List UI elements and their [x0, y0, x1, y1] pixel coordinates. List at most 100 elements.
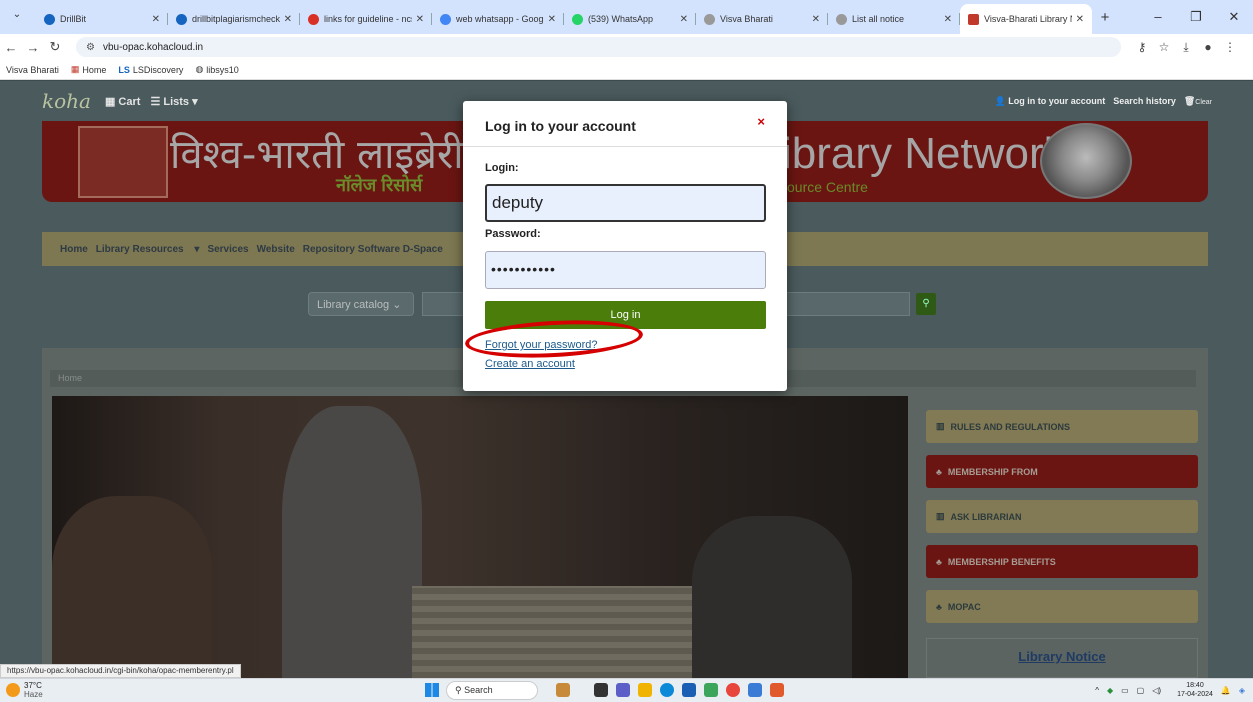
status-bar-url: https://vbu-opac.kohacloud.in/cgi-bin/ko… [0, 664, 241, 678]
tab-favicon-icon [440, 13, 451, 25]
password-input[interactable]: ••••••••••• [485, 251, 766, 289]
create-account-link[interactable]: Create an account [485, 358, 575, 370]
nav-home[interactable]: Home [60, 244, 88, 255]
browser-tab[interactable]: links for guideline - ncsal✕ [300, 4, 432, 34]
weather-widget[interactable]: 37°C Haze [6, 681, 43, 699]
taskbar-app-icon[interactable] [770, 683, 784, 697]
login-input[interactable]: deputy [485, 184, 766, 222]
keyboard-icon[interactable]: ▭ [1121, 686, 1129, 695]
cart-link[interactable]: ▦ Cart [105, 95, 140, 108]
tagore-portrait [1040, 123, 1132, 199]
browser-tab[interactable]: DrillBit ✕ [36, 4, 168, 34]
network-icon[interactable]: ▢ [1137, 686, 1145, 695]
tray-app-icon[interactable]: ◆ [1107, 686, 1113, 695]
tab-close-icon[interactable]: ✕ [416, 14, 424, 25]
reload-icon[interactable]: ↻ [44, 39, 66, 55]
banner-english-title: ibrary Network [782, 129, 1066, 178]
search-icon: ⚲ [922, 298, 930, 309]
back-icon[interactable]: ← [0, 40, 22, 55]
search-history-link[interactable]: Search history [1113, 96, 1176, 107]
taskbar-app-icon[interactable] [748, 683, 762, 697]
close-window-icon[interactable]: ✕ [1215, 0, 1253, 34]
browser-tab[interactable]: Visva Bharati ✕ [696, 4, 828, 34]
library-notice-heading[interactable]: Library Notice [926, 638, 1198, 678]
password-label: Password: [485, 228, 541, 240]
restore-icon[interactable]: ❐ [1177, 0, 1215, 34]
windows-taskbar: 37°C Haze ⚲ Search ^ ◆ ▭ ▢ ◁) 18:40 17-04-… [0, 678, 1253, 702]
bookmark-star-icon[interactable]: ☆ [1153, 40, 1175, 55]
tab-close-icon[interactable]: ✕ [152, 14, 160, 25]
volume-icon[interactable]: ◁) [1152, 686, 1161, 695]
browser-tab-active[interactable]: Visva-Bharati Library Net✕ [960, 4, 1092, 34]
users-icon: ♣ [936, 466, 942, 477]
nav-website[interactable]: Website [257, 244, 295, 255]
profile-avatar-icon[interactable]: ● [1197, 40, 1219, 55]
window-controls: – ❐ ✕ [1139, 0, 1253, 34]
download-icon[interactable]: ⤓ [1175, 40, 1197, 55]
browser-tab[interactable]: List all notice ✕ [828, 4, 960, 34]
search-type-select[interactable]: Library catalog ⌄ [308, 292, 414, 316]
tab-close-icon[interactable]: ✕ [680, 14, 688, 25]
bookmark-item[interactable]: ▦ Home [71, 64, 107, 75]
chrome-icon[interactable] [726, 683, 740, 697]
mopac-button[interactable]: ♣ MOPAC [926, 590, 1198, 623]
login-link[interactable]: 👤 Log in to your account [995, 96, 1106, 107]
tray-chevron-icon[interactable]: ^ [1095, 686, 1099, 695]
password-key-icon[interactable]: ⚷ [1131, 40, 1153, 55]
file-explorer-icon[interactable] [638, 683, 652, 697]
banner-hindi-title: विश्व-भारती लाइब्रेरी ने [170, 132, 499, 178]
bank-icon: ▥ [936, 511, 945, 521]
taskbar-search[interactable]: ⚲ Search [446, 681, 538, 700]
taskbar-app-icon[interactable] [704, 683, 718, 697]
user-icon: 👤 [994, 95, 1009, 106]
edge-icon[interactable] [660, 683, 674, 697]
tab-favicon-icon [44, 13, 55, 25]
forward-icon[interactable]: → [22, 40, 44, 55]
tab-close-icon[interactable]: ✕ [812, 14, 820, 25]
banner-hindi-subtitle: नॉलेज रिसोर्स [336, 175, 423, 195]
membership-form-button[interactable]: ♣ MEMBERSHIP FROM [926, 455, 1198, 488]
clear-link[interactable]: 🗑Clear [1184, 96, 1212, 107]
nav-library-resources[interactable]: Library Resources ▾ [96, 244, 200, 255]
login-label: Login: [485, 162, 519, 174]
tab-close-icon[interactable]: ✕ [284, 14, 292, 25]
tab-close-icon[interactable]: ✕ [1076, 14, 1084, 25]
nav-services[interactable]: Services [207, 244, 248, 255]
bookmark-item[interactable]: LS LSDiscovery [118, 65, 183, 75]
search-button[interactable]: ⚲ [916, 293, 936, 315]
cart-icon: ▦ [104, 95, 119, 108]
store-icon[interactable] [682, 683, 696, 697]
rules-regulations-button[interactable]: ▥ RULES AND REGULATIONS [926, 410, 1198, 443]
new-tab-button[interactable]: + [1092, 4, 1118, 34]
users-icon: ♣ [936, 556, 942, 567]
tab-close-icon[interactable]: ✕ [548, 14, 556, 25]
photo-person [52, 496, 212, 678]
copilot-icon[interactable]: ◈ [1239, 686, 1245, 695]
address-bar[interactable]: ⚙ vbu-opac.kohacloud.in [76, 37, 1121, 57]
tab-search-menu-icon[interactable]: ⌄ [8, 9, 26, 25]
quick-links: ▥ RULES AND REGULATIONS ♣ MEMBERSHIP FROM … [926, 410, 1198, 635]
browser-tab[interactable]: drillbitplagiarismcheck.co✕ [168, 4, 300, 34]
system-tray: ^ ◆ ▭ ▢ ◁) 18:40 17-04-2024 🔔 ◈ [1087, 681, 1245, 699]
lists-link[interactable]: ☰ Lists ▾ [150, 95, 197, 108]
nav-repository[interactable]: Repository Software D-Space [303, 244, 443, 255]
clock[interactable]: 18:40 17-04-2024 [1169, 681, 1213, 699]
modal-close-icon[interactable]: × [757, 114, 765, 129]
browser-tab[interactable]: (539) WhatsApp ✕ [564, 4, 696, 34]
tab-close-icon[interactable]: ✕ [944, 14, 952, 25]
site-info-icon[interactable]: ⚙ [86, 42, 95, 53]
windows-start-icon[interactable] [425, 683, 439, 697]
membership-benefits-button[interactable]: ♣ MEMBERSHIP BENEFITS [926, 545, 1198, 578]
ask-librarian-button[interactable]: ▥ ASK LIBRARIAN [926, 500, 1198, 533]
taskbar-app-icon[interactable] [556, 683, 570, 697]
koha-logo[interactable]: koha [42, 89, 91, 113]
minimize-icon[interactable]: – [1139, 0, 1177, 34]
teams-icon[interactable] [616, 683, 630, 697]
notification-bell-icon[interactable]: 🔔 [1221, 686, 1231, 695]
tab-favicon-icon [836, 13, 847, 25]
bookmark-item[interactable]: ◍ libsys10 [195, 64, 238, 75]
browser-tab[interactable]: web whatsapp - Google S✕ [432, 4, 564, 34]
browser-menu-icon[interactable]: ⋮ [1219, 40, 1241, 55]
bookmark-item[interactable]: Visva Bharati [6, 65, 59, 75]
taskbar-app-icon[interactable] [594, 683, 608, 697]
